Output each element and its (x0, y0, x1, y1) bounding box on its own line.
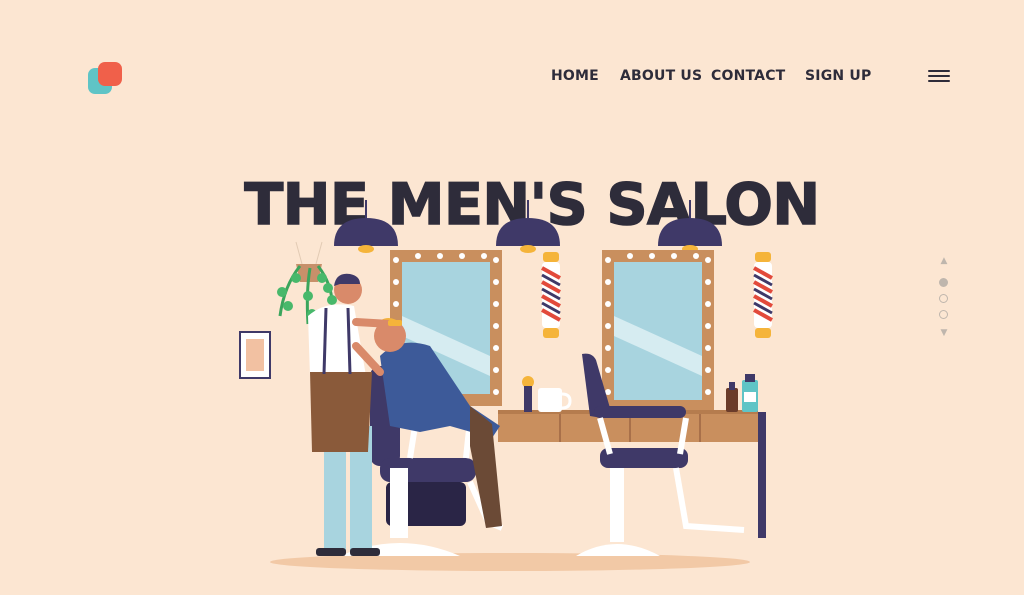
bottles (726, 374, 758, 412)
pager-down-icon[interactable]: ▼ (938, 328, 950, 338)
menu-bar (928, 80, 950, 82)
shaving-brush (522, 376, 534, 412)
hamburger-menu-icon[interactable] (928, 70, 950, 84)
ceiling-lamp (496, 200, 560, 253)
nav-contact[interactable]: CONTACT (711, 68, 785, 84)
pager-up-icon[interactable]: ▲ (938, 256, 950, 266)
logo-shape-red (98, 62, 122, 86)
counter (498, 410, 766, 538)
pager-dot-2[interactable] (939, 294, 948, 303)
nav-home[interactable]: HOME (551, 68, 599, 84)
menu-bar (928, 70, 950, 72)
barbershop-illustration (239, 200, 773, 571)
nav-sign-up[interactable]: SIGN UP (805, 68, 871, 84)
nav-about-us[interactable]: ABOUT US (620, 68, 702, 84)
wall-picture (239, 331, 271, 379)
logo[interactable] (88, 60, 124, 96)
slide-pager: ▲ ▼ (936, 256, 952, 340)
shaving-mug (538, 388, 572, 412)
barber-pole-left (541, 252, 561, 338)
ceiling-lamp (658, 200, 722, 253)
ceiling-lamp (334, 200, 398, 253)
barber-pole-right (753, 252, 773, 338)
mirror-right (602, 250, 714, 412)
pager-dot-3[interactable] (939, 310, 948, 319)
menu-bar (928, 75, 950, 77)
pager-dot-1[interactable] (939, 278, 948, 287)
